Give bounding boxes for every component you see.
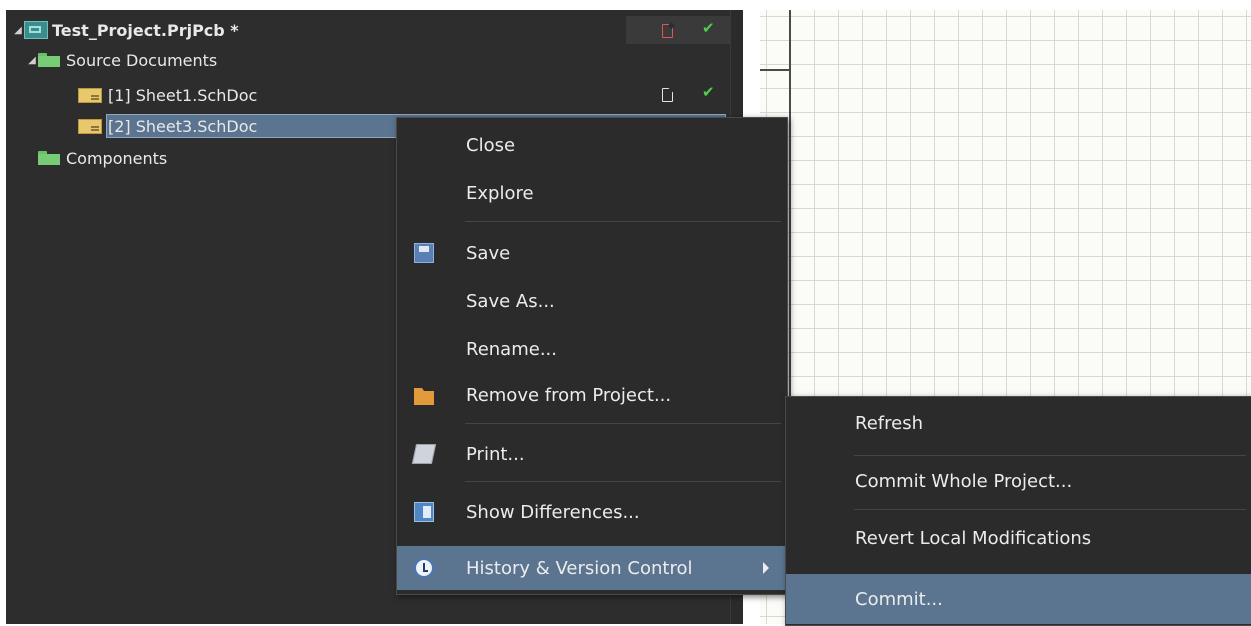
expand-arrow-icon[interactable]: ◢ xyxy=(12,25,24,36)
folder-label: Source Documents xyxy=(66,50,218,70)
document-status-icon xyxy=(662,88,673,102)
print-icon xyxy=(411,444,437,464)
menu-item-refresh[interactable]: Refresh xyxy=(786,401,1251,445)
menu-item-label: Commit Whole Project... xyxy=(855,470,1073,492)
menu-item-history-version-control[interactable]: History & Version Control xyxy=(397,546,787,590)
menu-item-label: Refresh xyxy=(855,412,923,434)
context-menu: Close Explore Save Save As... Rename... … xyxy=(396,117,788,595)
menu-item-commit[interactable]: Commit... xyxy=(786,574,1251,624)
menu-separator xyxy=(465,423,781,424)
menu-separator xyxy=(854,509,1246,510)
folder-icon xyxy=(38,151,60,165)
document-label: [2] Sheet3.SchDoc xyxy=(108,116,258,136)
remove-icon xyxy=(414,388,434,405)
schematic-document-icon xyxy=(78,87,102,103)
menu-separator xyxy=(465,481,781,482)
menu-separator xyxy=(465,221,781,222)
menu-item-save[interactable]: Save xyxy=(397,231,787,275)
expand-arrow-icon[interactable]: ◢ xyxy=(26,55,38,66)
menu-item-save-as[interactable]: Save As... xyxy=(397,279,787,323)
tree-item-source-documents[interactable]: ◢ Source Documents xyxy=(26,49,217,71)
tree-item-components[interactable]: Components xyxy=(38,147,167,169)
menu-item-label: Revert Local Modifications xyxy=(855,527,1092,549)
menu-item-label: Close xyxy=(466,134,516,156)
document-label: [1] Sheet1.SchDoc xyxy=(108,85,258,105)
modified-document-icon xyxy=(662,24,673,38)
menu-item-label: Save xyxy=(466,242,511,264)
folder-label: Components xyxy=(66,148,168,168)
tree-item-sheet1[interactable]: [1] Sheet1.SchDoc xyxy=(78,84,257,106)
menu-item-label: Rename... xyxy=(466,338,557,360)
history-submenu: Refresh Commit Whole Project... Revert L… xyxy=(785,396,1251,626)
menu-item-show-differences[interactable]: Show Differences... xyxy=(397,490,787,534)
tree-item-project[interactable]: ◢ Test_Project.PrjPcb * xyxy=(12,19,730,41)
checkmark-icon: ✔ xyxy=(702,19,715,37)
menu-item-explore[interactable]: Explore xyxy=(397,171,787,215)
tree-item-sheet3[interactable]: [2] Sheet3.SchDoc xyxy=(78,115,257,137)
menu-item-label: Commit... xyxy=(855,588,943,610)
menu-item-revert-local-modifications[interactable]: Revert Local Modifications xyxy=(786,516,1251,560)
menu-item-label: Print... xyxy=(466,443,525,465)
checkmark-icon: ✔ xyxy=(702,83,715,101)
menu-item-print[interactable]: Print... xyxy=(397,432,787,476)
menu-item-commit-whole-project[interactable]: Commit Whole Project... xyxy=(786,459,1251,503)
folder-icon xyxy=(38,53,60,67)
show-differences-icon xyxy=(414,502,434,522)
menu-item-label: Explore xyxy=(466,182,534,204)
project-name: Test_Project.PrjPcb * xyxy=(52,20,239,40)
history-icon xyxy=(414,558,434,578)
pcb-project-icon xyxy=(24,21,48,39)
menu-item-close[interactable]: Close xyxy=(397,123,787,167)
menu-item-label: Show Differences... xyxy=(466,501,640,523)
menu-separator xyxy=(854,455,1246,456)
menu-item-remove-from-project[interactable]: Remove from Project... xyxy=(397,373,787,417)
menu-item-label: Remove from Project... xyxy=(466,384,672,406)
sheet-border xyxy=(760,69,789,71)
menu-item-label: Save As... xyxy=(466,290,555,312)
menu-item-rename[interactable]: Rename... xyxy=(397,327,787,371)
save-icon xyxy=(414,243,434,263)
menu-item-label: History & Version Control xyxy=(466,557,693,579)
submenu-arrow-icon xyxy=(763,562,769,574)
schematic-document-icon xyxy=(78,118,102,134)
